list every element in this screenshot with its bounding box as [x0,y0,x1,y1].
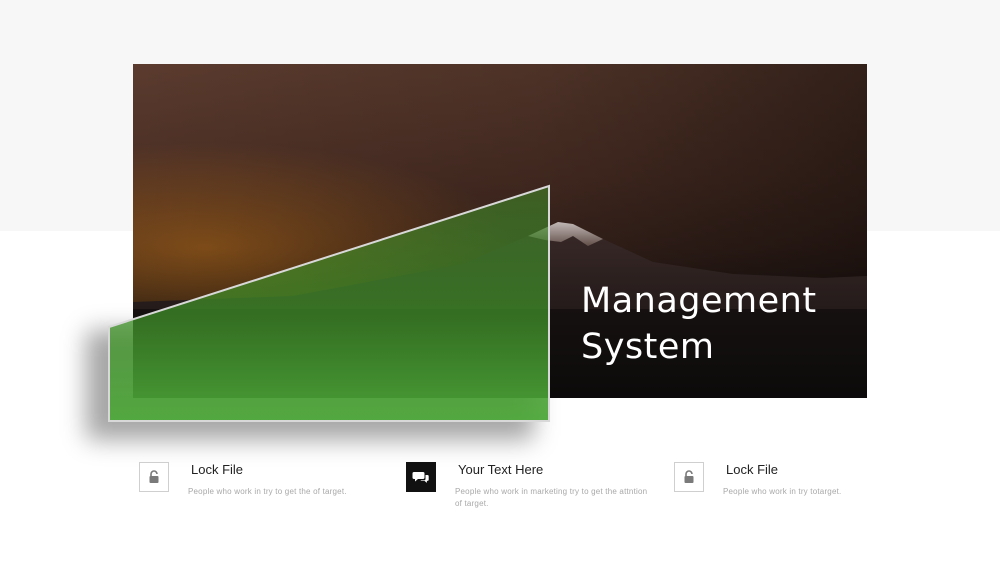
unlock-icon [139,462,169,492]
hero-title-line2: System [581,327,715,367]
feature-description: People who work in try to get the of tar… [188,487,347,496]
feature-description: People who work in marketing try to get … [455,487,648,508]
feature-item-lock-file-2: Lock File People who work in try totarge… [674,460,884,520]
feature-item-lock-file-1: Lock File People who work in try to get … [139,460,384,520]
feature-description: People who work in try totarget. [723,487,842,496]
feature-item-your-text-here: Your Text Here People who work in market… [406,460,656,520]
hero-title: Management System [581,278,861,370]
feature-title: Your Text Here [458,462,544,477]
hero-title-line1: Management [581,281,817,321]
hero-image: Management System [133,64,867,398]
feature-title: Lock File [191,462,244,477]
unlock-icon [674,462,704,492]
chat-icon [406,462,436,492]
feature-title: Lock File [726,462,779,477]
